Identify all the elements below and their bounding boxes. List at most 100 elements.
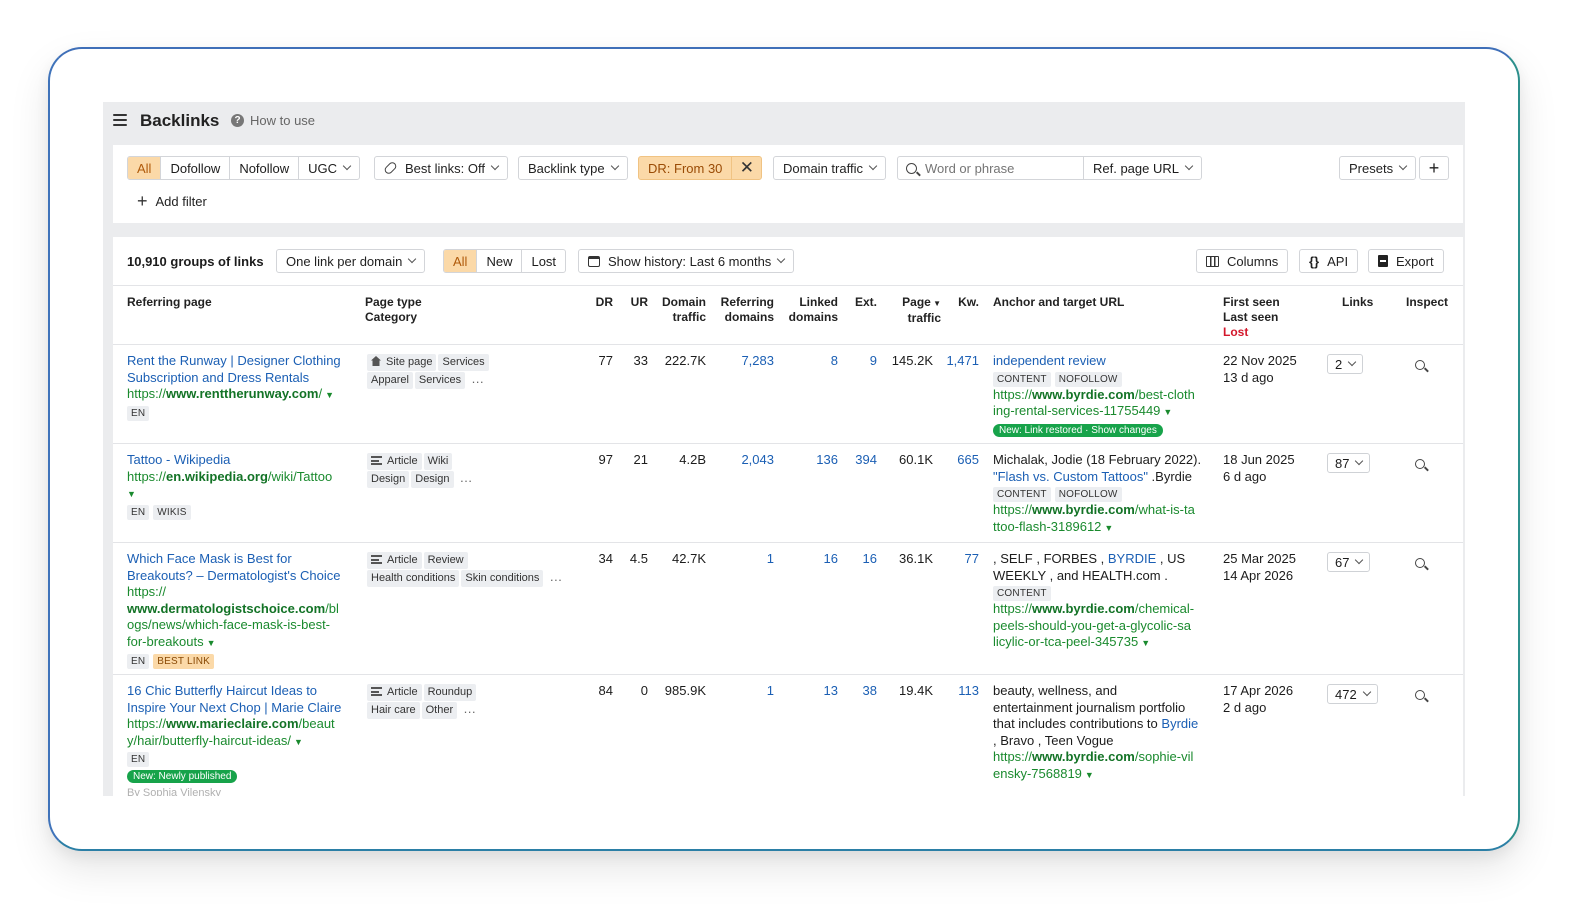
close-icon[interactable]: ✕: [731, 157, 761, 179]
linked-domains-value[interactable]: 8: [783, 353, 838, 370]
col-seen[interactable]: First seen Last seen Lost: [1223, 295, 1280, 340]
history-dropdown[interactable]: Show history: Last 6 months: [578, 249, 795, 273]
links-dropdown[interactable]: 472: [1327, 684, 1378, 704]
export-button[interactable]: Export: [1368, 249, 1444, 273]
chevron-down-icon: [777, 254, 786, 264]
ext-value[interactable]: 38: [843, 683, 877, 700]
api-button[interactable]: {} API: [1299, 249, 1359, 273]
col-page-type[interactable]: Page type Category: [365, 295, 422, 325]
more-icon[interactable]: …: [549, 569, 562, 584]
col-ext[interactable]: Ext.: [843, 295, 877, 310]
seen-cell: 18 Jun 2025 6 d ago: [1223, 452, 1295, 485]
links-count: 2: [1335, 356, 1343, 372]
target-url[interactable]: https://www.byrdie.com/chemical-peels-sh…: [993, 601, 1194, 649]
keywords-value[interactable]: 113: [941, 683, 979, 700]
inspect-button[interactable]: [1415, 688, 1425, 703]
columns-button[interactable]: Columns: [1196, 249, 1289, 273]
inspect-button[interactable]: [1415, 358, 1425, 373]
page-type-cell: Article Roundup Hair care Other…: [367, 683, 567, 719]
link-type-nofollow[interactable]: Nofollow: [230, 157, 300, 179]
col-anchor[interactable]: Anchor and target URL: [993, 295, 1124, 310]
caret-down-icon[interactable]: ▼: [294, 737, 303, 747]
col-links[interactable]: Links: [1342, 295, 1373, 310]
col-referring-page[interactable]: Referring page: [127, 295, 212, 310]
referring-page-url[interactable]: https://en.wikipedia.org/wiki/Tattoo: [127, 469, 332, 484]
referring-page-url[interactable]: https://www.marieclaire.com/beaut y/hair/…: [127, 716, 335, 748]
links-dropdown[interactable]: 2: [1327, 354, 1364, 374]
keywords-value[interactable]: 665: [941, 452, 979, 469]
last-seen: 14 Apr 2026: [1223, 567, 1294, 583]
url-path: ogs/news/which-face-mask-is-best-: [127, 617, 331, 633]
presets-dropdown[interactable]: Presets: [1339, 156, 1417, 180]
link-restored-badge[interactable]: New: Link restored · Show changes: [993, 423, 1163, 437]
menu-icon[interactable]: [113, 114, 127, 128]
col-dr[interactable]: DR: [583, 295, 613, 310]
status-lost[interactable]: Lost: [522, 250, 565, 272]
referring-page-title[interactable]: Tattoo - Wikipedia: [127, 452, 230, 467]
anchor-text: Michalak, Jodie (18 February 2022).: [993, 452, 1202, 467]
newly-published-badge: New: Newly published: [127, 770, 238, 784]
keywords-value[interactable]: 77: [941, 551, 979, 568]
category-chip: Health conditions: [367, 570, 460, 587]
caret-down-icon[interactable]: ▼: [1141, 638, 1150, 648]
more-icon[interactable]: …: [471, 371, 484, 386]
search-field[interactable]: [898, 157, 1084, 179]
status-all[interactable]: All: [444, 250, 478, 272]
ref-domains-value[interactable]: 7,283: [713, 353, 774, 370]
ref-domains-value[interactable]: 1: [713, 551, 774, 568]
linked-domains-value[interactable]: 136: [783, 452, 838, 469]
referring-page-title[interactable]: Which Face Mask is Best for Breakouts? – …: [127, 551, 340, 583]
add-filter-button[interactable]: + Add filter: [137, 192, 207, 210]
links-dropdown[interactable]: 67: [1327, 552, 1371, 572]
anchor-link[interactable]: BYRDIE: [1108, 551, 1156, 566]
caret-down-icon[interactable]: ▼: [127, 489, 136, 499]
ref-page-url-dropdown[interactable]: Ref. page URL: [1084, 157, 1201, 179]
grouping-dropdown[interactable]: One link per domain: [276, 249, 426, 273]
col-domain-traffic[interactable]: Domain traffic: [653, 295, 706, 325]
status-new[interactable]: New: [477, 250, 523, 272]
page-traffic-value: 145.2K: [891, 353, 933, 368]
ext-value[interactable]: 394: [843, 452, 877, 469]
ref-domains-value[interactable]: 1: [713, 683, 774, 700]
anchor-link[interactable]: independent review: [993, 353, 1106, 368]
keywords-value[interactable]: 1,471: [941, 353, 979, 370]
how-to-use-link[interactable]: ? How to use: [231, 113, 315, 128]
links-dropdown[interactable]: 87: [1327, 453, 1371, 473]
linked-domains-value[interactable]: 16: [783, 551, 838, 568]
link-type-dofollow[interactable]: Dofollow: [161, 157, 231, 179]
dr-filter-chip[interactable]: DR: From 30 ✕: [638, 156, 763, 180]
more-icon[interactable]: …: [460, 470, 473, 485]
caret-down-icon[interactable]: ▼: [1163, 407, 1172, 417]
add-preset-button[interactable]: +: [1419, 156, 1449, 180]
caret-down-icon[interactable]: ▼: [325, 390, 334, 400]
caret-down-icon[interactable]: ▼: [1085, 770, 1094, 780]
col-linked-domains[interactable]: Linked domains: [783, 295, 838, 325]
linked-domains-value[interactable]: 13: [783, 683, 838, 700]
backlink-type-dropdown[interactable]: Backlink type: [518, 156, 628, 180]
link-type-all[interactable]: All: [128, 157, 162, 179]
target-url[interactable]: https://www.byrdie.com/what-is-ta ttoo-fl…: [993, 502, 1195, 534]
anchor-link[interactable]: "Flash vs. Custom Tattoos": [993, 469, 1148, 484]
more-icon[interactable]: …: [463, 701, 476, 716]
ref-domains-value[interactable]: 2,043: [713, 452, 774, 469]
anchor-link[interactable]: Byrdie: [1161, 716, 1198, 731]
col-keywords[interactable]: Kw.: [947, 295, 979, 310]
chevron-down-icon: [408, 254, 417, 264]
search-input[interactable]: [925, 160, 1075, 176]
domain-traffic-dropdown[interactable]: Domain traffic: [773, 156, 886, 180]
referring-page-title[interactable]: 16 Chic Butterfly Haircut Ideas to Inspir…: [127, 683, 341, 715]
link-type-ugc[interactable]: UGC: [299, 157, 359, 179]
inspect-button[interactable]: [1415, 457, 1425, 472]
best-links-dropdown[interactable]: Best links: Off: [374, 156, 508, 180]
caret-down-icon[interactable]: ▼: [1104, 523, 1113, 533]
inspect-button[interactable]: [1415, 556, 1425, 571]
referring-page-url[interactable]: https://www.dermatologistschoice.com/bl o…: [127, 584, 339, 649]
ext-value[interactable]: 9: [843, 353, 877, 370]
referring-page-title[interactable]: Rent the Runway | Designer Clothing Subsc…: [127, 353, 341, 385]
col-page-traffic[interactable]: Page ▼ traffic: [883, 295, 941, 326]
col-referring-domains[interactable]: Referring domains: [713, 295, 774, 325]
ext-value[interactable]: 16: [843, 551, 877, 568]
col-ur[interactable]: UR: [618, 295, 648, 310]
referring-page-url[interactable]: https://www.renttherunway.com/: [127, 386, 322, 401]
caret-down-icon[interactable]: ▼: [207, 638, 216, 648]
